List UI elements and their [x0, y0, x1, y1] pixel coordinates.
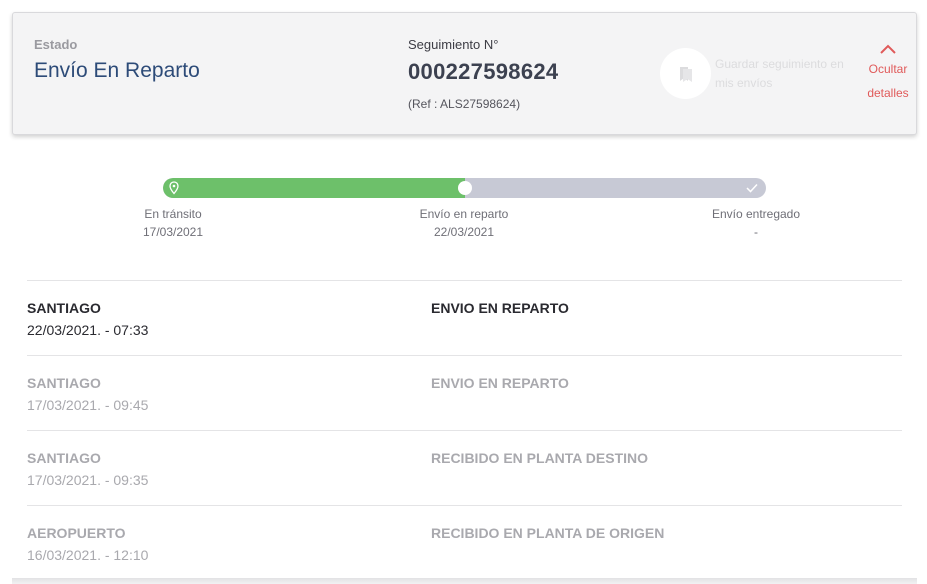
- history-place: SANTIAGO: [27, 300, 101, 316]
- history-datetime: 22/03/2021. - 07:33: [27, 322, 149, 338]
- step-label: Envío en reparto: [419, 207, 509, 221]
- history-datetime: 17/03/2021. - 09:45: [27, 397, 149, 413]
- check-icon: [746, 183, 758, 193]
- history-row: AEROPUERTO 16/03/2021. - 12:10 RECIBIDO …: [27, 505, 902, 580]
- step-date: 17/03/2021: [142, 225, 204, 239]
- tracking-reference: (Ref : ALS27598624): [408, 97, 521, 111]
- progress-fill: [163, 178, 465, 198]
- history-datetime: 17/03/2021. - 09:35: [27, 472, 149, 488]
- save-tracking-button[interactable]: [660, 48, 711, 99]
- tracking-number: 000227598624: [408, 59, 559, 84]
- panel-bottom-edge: [12, 578, 917, 584]
- chevron-up-icon: [880, 44, 896, 54]
- status-value: Envío En Reparto: [34, 59, 200, 82]
- step-label: En tránsito: [144, 207, 202, 221]
- step-label: Envío entregado: [711, 207, 801, 221]
- history-event: RECIBIDO EN PLANTA DE ORIGEN: [431, 525, 665, 541]
- hide-details-label: Ocultar detalles: [867, 62, 909, 100]
- history-row: SANTIAGO 17/03/2021. - 09:35 RECIBIDO EN…: [27, 430, 902, 505]
- status-label: Estado: [34, 37, 78, 52]
- history-event: ENVIO EN REPARTO: [431, 300, 569, 316]
- history-row: SANTIAGO 22/03/2021. - 07:33 ENVIO EN RE…: [27, 280, 902, 355]
- history-place: AEROPUERTO: [27, 525, 126, 541]
- bookmark-icon: [679, 66, 692, 82]
- history-event: RECIBIDO EN PLANTA DESTINO: [431, 450, 649, 466]
- step-delivered: Envío entregado -: [671, 205, 841, 241]
- history-place: SANTIAGO: [27, 375, 101, 391]
- step-out-for-delivery: Envío en reparto 22/03/2021: [379, 205, 549, 241]
- hide-details-button[interactable]: Ocultar detalles: [859, 37, 917, 109]
- history-datetime: 16/03/2021. - 12:10: [27, 547, 149, 563]
- step-date: -: [754, 225, 758, 239]
- tracking-summary-card: Estado Envío En Reparto Seguimiento N° 0…: [12, 12, 917, 135]
- history-row: SANTIAGO 17/03/2021. - 09:45 ENVIO EN RE…: [27, 355, 902, 430]
- location-pin-icon: [169, 181, 179, 195]
- progress-current-marker: [457, 181, 472, 195]
- tracking-history-list: SANTIAGO 22/03/2021. - 07:33 ENVIO EN RE…: [27, 280, 902, 580]
- step-date: 22/03/2021: [433, 225, 495, 239]
- step-in-transit: En tránsito 17/03/2021: [88, 205, 258, 241]
- history-place: SANTIAGO: [27, 450, 101, 466]
- history-event: ENVIO EN REPARTO: [431, 375, 569, 391]
- save-tracking-label[interactable]: Guardar seguimiento en mis envíos: [715, 55, 855, 93]
- tracking-number-label: Seguimiento N°: [408, 37, 499, 52]
